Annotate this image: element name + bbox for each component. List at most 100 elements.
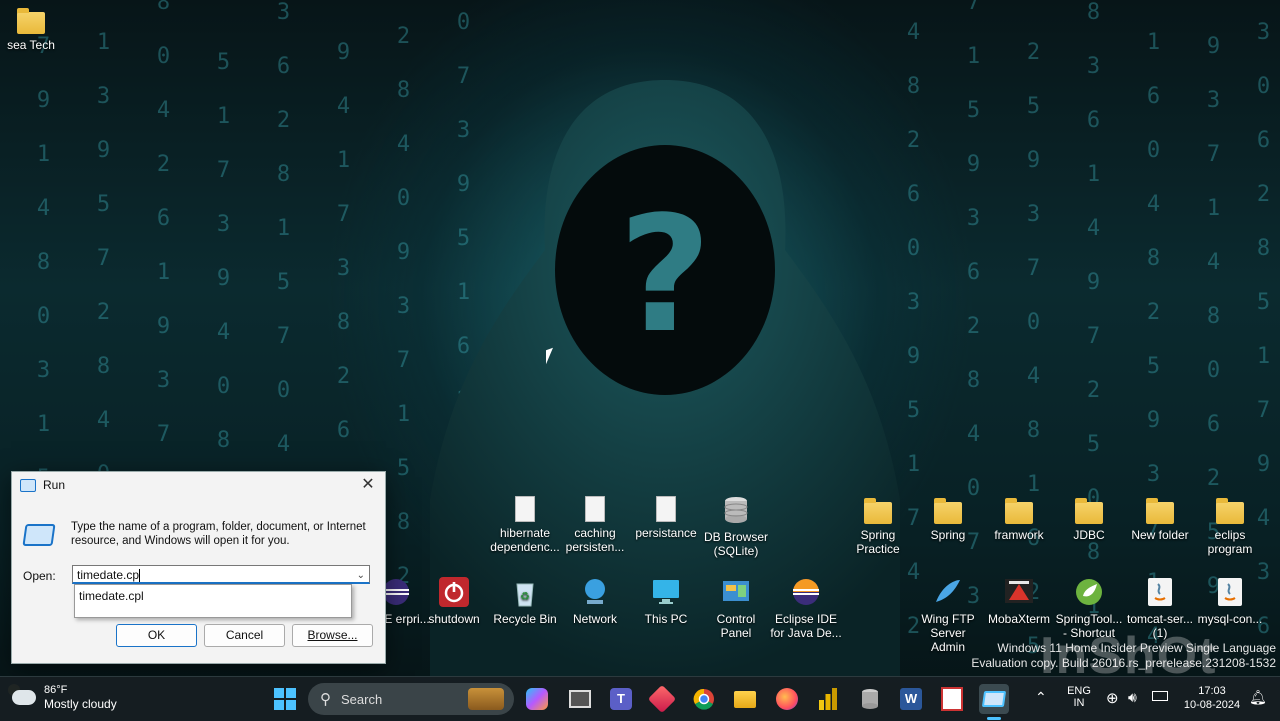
desktop-icon-hibernate[interactable]: hibernate dependenc... (489, 496, 561, 554)
desktop-icon-this-pc[interactable]: This PC (630, 576, 702, 626)
folder-icon (864, 498, 892, 524)
run-title: Run (43, 478, 66, 492)
file-explorer-icon[interactable] (730, 684, 760, 714)
desktop-icon-label: Wing FTP Server Admin (921, 612, 975, 654)
desktop-icon-shutdown[interactable]: shutdown (418, 576, 490, 626)
close-icon: ✕ (361, 476, 375, 493)
desktop-icon-label: This PC (644, 612, 688, 626)
teams-icon[interactable]: T (606, 684, 636, 714)
wing-ftp-icon (936, 580, 960, 602)
browse-button[interactable]: Browse... (292, 624, 373, 647)
run-titlebar[interactable]: Run (12, 472, 385, 498)
network-globe-icon[interactable]: ⊕ (1106, 689, 1119, 707)
folder-icon (1146, 498, 1174, 524)
watermark-line1: Windows 11 Home Insider Preview Single L… (997, 641, 1276, 655)
snipping-tool-icon[interactable] (647, 684, 677, 714)
folder-icon (934, 498, 962, 524)
recycle-bin-icon: ♻ (516, 583, 534, 607)
language-indicator[interactable]: ENG IN (1066, 685, 1092, 709)
power-bi-icon[interactable] (813, 684, 843, 714)
windows-logo-icon (274, 688, 296, 710)
desktop-icon-label: MobaXterm (987, 612, 1051, 626)
power-icon (439, 577, 469, 607)
windows-evaluation-watermark: Windows 11 Home Insider Preview Single L… (971, 641, 1276, 671)
desktop-icon-new-folder[interactable]: New folder (1124, 496, 1196, 542)
tray-chevron-up-icon[interactable]: ⌃ (1035, 689, 1047, 706)
eclipse-icon (793, 579, 819, 605)
desktop-icon-db-browser[interactable]: DB Browser (SQLite) (700, 494, 772, 558)
desktop-icon-label: mysql-con... (1197, 612, 1263, 626)
desktop-icon-eclips-program[interactable]: eclips program (1194, 496, 1266, 556)
search-highlight-icon (468, 688, 504, 710)
desktop-icon-label: eclips program (1207, 528, 1253, 556)
desktop-icon-label: Network (572, 612, 617, 626)
desktop-icon-recycle-bin[interactable]: ♻ Recycle Bin (489, 576, 561, 626)
database-app-icon[interactable] (855, 684, 885, 714)
desktop-icon-label: framwork (994, 528, 1044, 542)
copilot-icon[interactable] (522, 684, 552, 714)
desktop-icon-persistance[interactable]: persistance (630, 496, 702, 540)
desktop-icon-caching[interactable]: caching persisten... (559, 496, 631, 554)
start-button[interactable] (270, 684, 300, 714)
svg-text:♻: ♻ (520, 590, 530, 603)
folder-icon (17, 8, 45, 34)
cancel-button[interactable]: Cancel (204, 624, 285, 647)
desktop-icon-network[interactable]: Network (559, 576, 631, 626)
desktop-icon-label: New folder (1131, 528, 1189, 542)
database-icon (724, 497, 748, 523)
open-label: Open: (23, 569, 56, 583)
ok-button[interactable]: OK (116, 624, 197, 647)
chevron-down-icon[interactable]: ⌄ (357, 566, 365, 585)
desktop-icon-label: sea Tech (7, 38, 55, 52)
desktop-icon-control-panel[interactable]: Control Panel (700, 576, 772, 640)
desktop-icon-jdbc[interactable]: JDBC (1053, 496, 1125, 542)
document-icon (585, 496, 605, 522)
control-panel-icon (723, 581, 749, 601)
folder-icon (1005, 498, 1033, 524)
java-icon (1218, 578, 1242, 606)
weather-widget[interactable]: 86°F Mostly cloudy (8, 684, 117, 711)
autocomplete-dropdown: timedate.cpl (74, 584, 352, 618)
weather-temp: 86°F (44, 684, 68, 696)
language-bottom: IN (1073, 697, 1085, 709)
firefox-icon[interactable] (772, 684, 802, 714)
volume-icon[interactable]: 🔊︎ (1128, 689, 1137, 706)
watermark-line2: Evaluation copy. Build 26016.rs_prerelea… (971, 656, 1276, 670)
run-dialog: Run ✕ Type the name of a program, folder… (11, 471, 386, 664)
text-caret (139, 569, 141, 583)
notification-bell-icon[interactable]: 🔔︎ (1249, 689, 1267, 706)
folder-icon (1075, 498, 1103, 524)
task-view-icon[interactable] (565, 684, 595, 714)
desktop-icon-framwork[interactable]: framwork (983, 496, 1055, 542)
open-input[interactable]: timedate.cp ⌄ (72, 565, 370, 584)
search-box[interactable]: ⚲ Search (308, 683, 514, 715)
desktop-icon-mobaxterm[interactable]: MobaXterm (983, 576, 1055, 626)
snip-record-icon[interactable] (937, 684, 967, 714)
mouse-pointer-icon (546, 347, 553, 365)
close-button[interactable]: ✕ (357, 474, 379, 496)
desktop-icon-label: Spring (930, 528, 966, 542)
chrome-icon[interactable] (689, 684, 719, 714)
svg-text:?: ? (619, 181, 712, 368)
battery-icon[interactable] (1152, 691, 1168, 704)
desktop-icon-spring[interactable]: Spring (912, 496, 984, 542)
desktop-icon-mysql-con[interactable]: mysql-con... (1194, 576, 1266, 626)
search-icon: ⚲ (320, 691, 331, 708)
clock[interactable]: 17:03 10-08-2024 (1180, 684, 1244, 712)
monitor-icon (653, 580, 679, 604)
word-icon[interactable]: W (896, 684, 926, 714)
desktop-icon-eclipse-java[interactable]: Eclipse IDE for Java De... (770, 576, 842, 640)
autocomplete-item[interactable]: timedate.cpl (79, 589, 347, 603)
desktop-icon-label: persistance (635, 526, 697, 540)
desktop-icon-label: Spring Practice (856, 528, 900, 556)
desktop-icon-sea-tech[interactable]: sea Tech (0, 6, 67, 52)
desktop-icon-spring-practice[interactable]: Spring Practice (842, 496, 914, 556)
open-label-text: Open: (23, 569, 56, 583)
clock-time: 17:03 (1198, 685, 1226, 697)
java-icon (1148, 578, 1172, 606)
spring-tool-icon (1076, 579, 1102, 605)
run-taskbar-icon[interactable] (979, 684, 1009, 714)
desktop-icon-label: caching persisten... (565, 526, 625, 554)
open-input-value: timedate.cp (77, 568, 140, 582)
run-icon (20, 478, 36, 492)
